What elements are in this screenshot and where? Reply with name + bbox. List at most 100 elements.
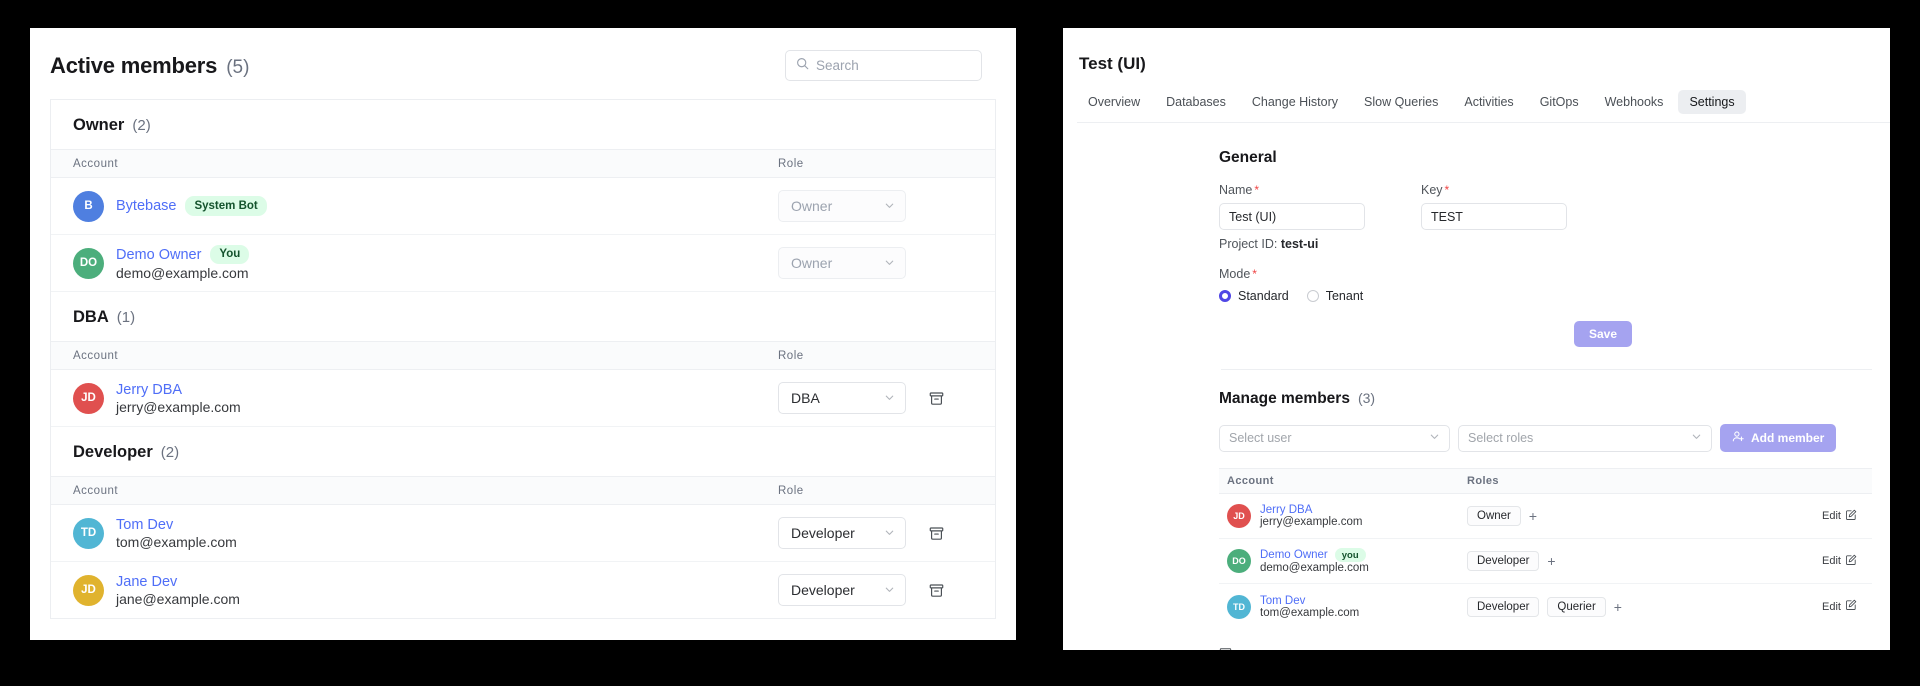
role-select[interactable]: Developer xyxy=(778,574,906,606)
add-member-button[interactable]: Add member xyxy=(1720,424,1837,452)
member-role-cell: Owner xyxy=(778,247,973,279)
edit-member-button[interactable]: Edit xyxy=(1815,595,1864,618)
edit-label: Edit xyxy=(1822,555,1841,567)
member-name[interactable]: Jane Dev xyxy=(116,574,177,590)
edit-member-button[interactable]: Edit xyxy=(1815,550,1864,573)
save-row: Save xyxy=(1219,321,1890,347)
tab-gitops[interactable]: GitOps xyxy=(1529,90,1590,114)
group-header-developer: Developer (2) xyxy=(51,427,995,477)
tab-settings[interactable]: Settings xyxy=(1678,90,1746,114)
member-email: tom@example.com xyxy=(116,533,237,550)
select-user-dropdown[interactable]: Select user xyxy=(1219,424,1450,452)
member-account-cell: TD Tom Dev tom@example.com xyxy=(1227,594,1467,619)
member-identity: Demo Owner You demo@example.com xyxy=(116,244,250,281)
archive-project-link[interactable]: Archive this project xyxy=(1219,647,1890,650)
group-count: (2) xyxy=(132,117,151,134)
chevron-down-icon xyxy=(1691,431,1702,445)
general-heading: General xyxy=(1219,149,1277,166)
tab-databases[interactable]: Databases xyxy=(1155,90,1237,114)
project-header: Test (UI) Overview Databases Change Histor… xyxy=(1063,28,1890,123)
column-header-account: Account xyxy=(1227,475,1274,487)
member-row: B Bytebase System Bot Owner xyxy=(51,178,995,235)
role-select[interactable]: Developer xyxy=(778,517,906,549)
select-roles-dropdown[interactable]: Select roles xyxy=(1458,424,1712,452)
add-role-button[interactable]: + xyxy=(1614,600,1622,614)
add-role-button[interactable]: + xyxy=(1529,509,1537,523)
name-input[interactable] xyxy=(1219,203,1365,230)
tab-slow-queries[interactable]: Slow Queries xyxy=(1353,90,1449,114)
page-title: Active members (5) xyxy=(50,53,249,79)
pencil-icon xyxy=(1845,554,1857,569)
member-account-cell: DO Demo Owner You demo@example.com xyxy=(73,244,778,281)
member-edit-cell: Edit xyxy=(1792,550,1864,573)
tab-overview[interactable]: Overview xyxy=(1077,90,1151,114)
delete-member-button[interactable] xyxy=(928,582,945,599)
delete-member-button[interactable] xyxy=(928,390,945,407)
member-account-cell: TD Tom Dev tom@example.com xyxy=(73,517,778,550)
save-button[interactable]: Save xyxy=(1573,321,1632,347)
member-identity: Demo Owner you demo@example.com xyxy=(1260,548,1369,574)
search-input[interactable] xyxy=(816,58,971,73)
role-chip: Developer xyxy=(1467,551,1540,571)
project-tabs: Overview Databases Change History Slow Quer… xyxy=(1077,90,1890,123)
search-box[interactable] xyxy=(785,50,982,81)
role-select[interactable]: Owner xyxy=(778,247,906,279)
manage-members-table-header: Account Roles xyxy=(1219,469,1872,494)
role-select-value: DBA xyxy=(791,390,820,406)
radio-mode-standard[interactable]: Standard xyxy=(1219,289,1289,303)
member-groups: Owner (2) Account Role B Bytebase System Bot Ow… xyxy=(50,99,996,619)
avatar: JD xyxy=(73,574,104,606)
member-tag: System Bot xyxy=(185,196,267,216)
delete-member-button[interactable] xyxy=(928,525,945,542)
column-header-account: Account xyxy=(73,157,119,170)
name-label: Name * xyxy=(1219,183,1365,197)
manage-members-count: (3) xyxy=(1357,390,1376,406)
tab-change-history[interactable]: Change History xyxy=(1241,90,1349,114)
group-column-header: Account Role xyxy=(51,477,995,505)
tab-webhooks[interactable]: Webhooks xyxy=(1594,90,1675,114)
tab-activities[interactable]: Activities xyxy=(1453,90,1524,114)
avatar: DO xyxy=(1227,549,1251,573)
group-name: Owner xyxy=(73,116,125,134)
add-role-button[interactable]: + xyxy=(1547,554,1555,568)
member-role-cell: DBA xyxy=(778,382,973,414)
key-label-text: Key xyxy=(1421,183,1443,197)
role-select-value: Owner xyxy=(791,255,833,271)
role-select[interactable]: Owner xyxy=(778,190,906,222)
role-chip: Owner xyxy=(1467,506,1521,526)
member-roles-cell: Owner + xyxy=(1467,506,1792,526)
chevron-down-icon xyxy=(884,255,895,271)
role-select[interactable]: DBA xyxy=(778,382,906,414)
member-identity: Jerry DBA jerry@example.com xyxy=(1260,504,1362,528)
member-name[interactable]: Bytebase xyxy=(116,198,176,214)
member-email: jane@example.com xyxy=(116,590,240,607)
role-select-value: Developer xyxy=(791,525,855,541)
general-form-row: Name* Key* xyxy=(1219,183,1890,230)
active-members-title: Active members xyxy=(50,52,218,78)
edit-member-button[interactable]: Edit xyxy=(1815,505,1864,528)
key-input[interactable] xyxy=(1421,203,1567,230)
key-label: Key * xyxy=(1421,183,1567,197)
radio-label: Standard xyxy=(1238,289,1289,303)
project-settings-panel: Test (UI) Overview Databases Change Histor… xyxy=(1063,28,1890,650)
member-account-cell: B Bytebase System Bot xyxy=(73,190,778,222)
member-name[interactable]: Demo Owner xyxy=(1260,549,1328,561)
member-name[interactable]: Jerry DBA xyxy=(116,382,182,398)
member-name[interactable]: Tom Dev xyxy=(1260,595,1305,607)
member-row: TD Tom Dev tom@example.com Developer xyxy=(51,505,995,562)
radio-mode-tenant[interactable]: Tenant xyxy=(1306,289,1364,303)
member-tag: you xyxy=(1334,548,1366,562)
radio-indicator xyxy=(1306,290,1319,302)
column-header-role: Role xyxy=(778,484,804,497)
member-name[interactable]: Tom Dev xyxy=(116,517,173,533)
table-row: DO Demo Owner you demo@example.com Developer… xyxy=(1219,539,1872,584)
member-name[interactable]: Jerry DBA xyxy=(1260,504,1312,516)
radio-label: Tenant xyxy=(1325,289,1364,303)
member-name[interactable]: Demo Owner xyxy=(116,247,201,263)
column-header-account: Account xyxy=(73,349,119,362)
group-name: Developer xyxy=(73,443,153,461)
member-role-cell: Developer xyxy=(778,574,973,606)
avatar: TD xyxy=(73,517,104,549)
member-tag: You xyxy=(210,244,250,265)
group-header-dba: DBA (1) xyxy=(51,292,995,342)
